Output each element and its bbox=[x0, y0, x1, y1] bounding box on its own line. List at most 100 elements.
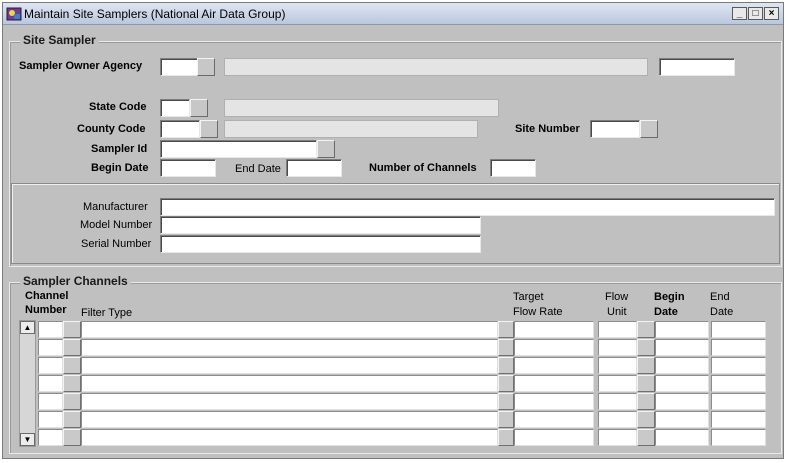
begin-date-cell[interactable] bbox=[655, 411, 709, 428]
flow-unit-lov-button[interactable] bbox=[637, 411, 655, 428]
filter-type-lov-button[interactable] bbox=[498, 411, 514, 428]
channel-number-cell[interactable] bbox=[38, 411, 63, 428]
flow-unit-cell[interactable] bbox=[598, 429, 637, 446]
sampler-owner-agency-lov-button[interactable] bbox=[197, 58, 215, 76]
flow-unit-lov-button[interactable] bbox=[637, 429, 655, 446]
channel-number-cell[interactable] bbox=[38, 393, 63, 410]
main-window: Maintain Site Samplers (National Air Dat… bbox=[2, 2, 784, 459]
flow-unit-cell[interactable] bbox=[598, 375, 637, 392]
end-date-cell[interactable] bbox=[711, 411, 766, 428]
serial-number-field[interactable] bbox=[160, 235, 481, 253]
channel-number-cell[interactable] bbox=[38, 321, 63, 338]
window-title: Maintain Site Samplers (National Air Dat… bbox=[24, 7, 286, 21]
target-flow-rate-cell[interactable] bbox=[514, 393, 594, 410]
channel-lov-button[interactable] bbox=[63, 393, 81, 410]
flow-unit-cell[interactable] bbox=[598, 393, 637, 410]
target-flow-rate-cell[interactable] bbox=[514, 357, 594, 374]
state-code-lov-button[interactable] bbox=[190, 99, 208, 117]
manufacturer-field[interactable] bbox=[160, 198, 775, 216]
channels-scrollbar[interactable] bbox=[19, 320, 36, 447]
column-end-date-line2: Date bbox=[710, 306, 734, 318]
scroll-down-arrow-icon[interactable]: ▼ bbox=[20, 433, 35, 446]
scroll-up-arrow-icon[interactable]: ▲ bbox=[20, 321, 35, 334]
channel-lov-button[interactable] bbox=[63, 357, 81, 374]
end-date-label: End Date bbox=[235, 163, 281, 175]
flow-unit-cell[interactable] bbox=[598, 321, 637, 338]
column-begin-date-line2: Date bbox=[654, 306, 678, 318]
channel-lov-button[interactable] bbox=[63, 375, 81, 392]
filter-type-lov-button[interactable] bbox=[498, 357, 514, 374]
flow-unit-lov-button[interactable] bbox=[637, 339, 655, 356]
begin-date-cell[interactable] bbox=[655, 429, 709, 446]
channel-number-cell[interactable] bbox=[38, 429, 63, 446]
filter-type-lov-button[interactable] bbox=[498, 339, 514, 356]
site-sampler-group-title: Site Sampler bbox=[20, 33, 99, 47]
channel-number-cell[interactable] bbox=[38, 357, 63, 374]
channel-lov-button[interactable] bbox=[63, 339, 81, 356]
minimize-icon[interactable]: _ bbox=[732, 7, 747, 20]
begin-date-cell[interactable] bbox=[655, 357, 709, 374]
target-flow-rate-cell[interactable] bbox=[514, 321, 594, 338]
end-date-cell[interactable] bbox=[711, 429, 766, 446]
flow-unit-lov-button[interactable] bbox=[637, 357, 655, 374]
filter-type-cell[interactable] bbox=[81, 357, 498, 374]
state-name-field bbox=[224, 99, 499, 117]
filter-type-lov-button[interactable] bbox=[498, 393, 514, 410]
end-date-cell[interactable] bbox=[711, 375, 766, 392]
channel-lov-button[interactable] bbox=[63, 411, 81, 428]
model-number-field[interactable] bbox=[160, 216, 481, 234]
column-target-flow-rate-line1: Target bbox=[513, 291, 544, 303]
county-code-label: County Code bbox=[77, 123, 146, 135]
agency-extra-field[interactable] bbox=[659, 58, 735, 76]
channel-number-cell[interactable] bbox=[38, 339, 63, 356]
model-number-label: Model Number bbox=[80, 219, 153, 231]
end-date-cell[interactable] bbox=[711, 393, 766, 410]
number-of-channels-field[interactable] bbox=[490, 159, 536, 177]
sampler-owner-agency-field[interactable] bbox=[160, 58, 198, 76]
flow-unit-lov-button[interactable] bbox=[637, 375, 655, 392]
begin-date-cell[interactable] bbox=[655, 339, 709, 356]
channel-number-cell[interactable] bbox=[38, 375, 63, 392]
sampler-channels-group-title: Sampler Channels bbox=[20, 274, 131, 288]
target-flow-rate-cell[interactable] bbox=[514, 429, 594, 446]
channel-lov-button[interactable] bbox=[63, 321, 81, 338]
target-flow-rate-cell[interactable] bbox=[514, 375, 594, 392]
sampler-owner-agency-label: Sampler Owner Agency bbox=[19, 60, 143, 72]
state-code-field[interactable] bbox=[160, 99, 190, 117]
flow-unit-lov-button[interactable] bbox=[637, 393, 655, 410]
site-number-field[interactable] bbox=[590, 120, 640, 138]
county-code-field[interactable] bbox=[160, 120, 200, 138]
site-number-lov-button[interactable] bbox=[640, 120, 658, 138]
target-flow-rate-cell[interactable] bbox=[514, 339, 594, 356]
begin-date-cell[interactable] bbox=[655, 375, 709, 392]
filter-type-lov-button[interactable] bbox=[498, 429, 514, 446]
flow-unit-lov-button[interactable] bbox=[637, 321, 655, 338]
end-date-cell[interactable] bbox=[711, 339, 766, 356]
end-date-cell[interactable] bbox=[711, 357, 766, 374]
close-icon[interactable]: × bbox=[764, 7, 779, 20]
begin-date-label: Begin Date bbox=[91, 162, 149, 174]
filter-type-cell[interactable] bbox=[81, 375, 498, 392]
begin-date-cell[interactable] bbox=[655, 393, 709, 410]
flow-unit-cell[interactable] bbox=[598, 411, 637, 428]
begin-date-cell[interactable] bbox=[655, 321, 709, 338]
target-flow-rate-cell[interactable] bbox=[514, 411, 594, 428]
flow-unit-cell[interactable] bbox=[598, 339, 637, 356]
end-date-cell[interactable] bbox=[711, 321, 766, 338]
sampler-id-field[interactable] bbox=[160, 140, 317, 158]
flow-unit-cell[interactable] bbox=[598, 357, 637, 374]
end-date-field[interactable] bbox=[286, 159, 342, 177]
filter-type-cell[interactable] bbox=[81, 393, 498, 410]
filter-type-cell[interactable] bbox=[81, 429, 498, 446]
filter-type-lov-button[interactable] bbox=[498, 375, 514, 392]
filter-type-cell[interactable] bbox=[81, 321, 498, 338]
restore-icon[interactable]: □ bbox=[748, 7, 763, 20]
filter-type-lov-button[interactable] bbox=[498, 321, 514, 338]
sampler-id-lov-button[interactable] bbox=[317, 140, 335, 158]
column-flow-unit-line1: Flow bbox=[605, 291, 629, 303]
filter-type-cell[interactable] bbox=[81, 339, 498, 356]
filter-type-cell[interactable] bbox=[81, 411, 498, 428]
begin-date-field[interactable] bbox=[160, 159, 216, 177]
channel-lov-button[interactable] bbox=[63, 429, 81, 446]
county-code-lov-button[interactable] bbox=[200, 120, 218, 138]
